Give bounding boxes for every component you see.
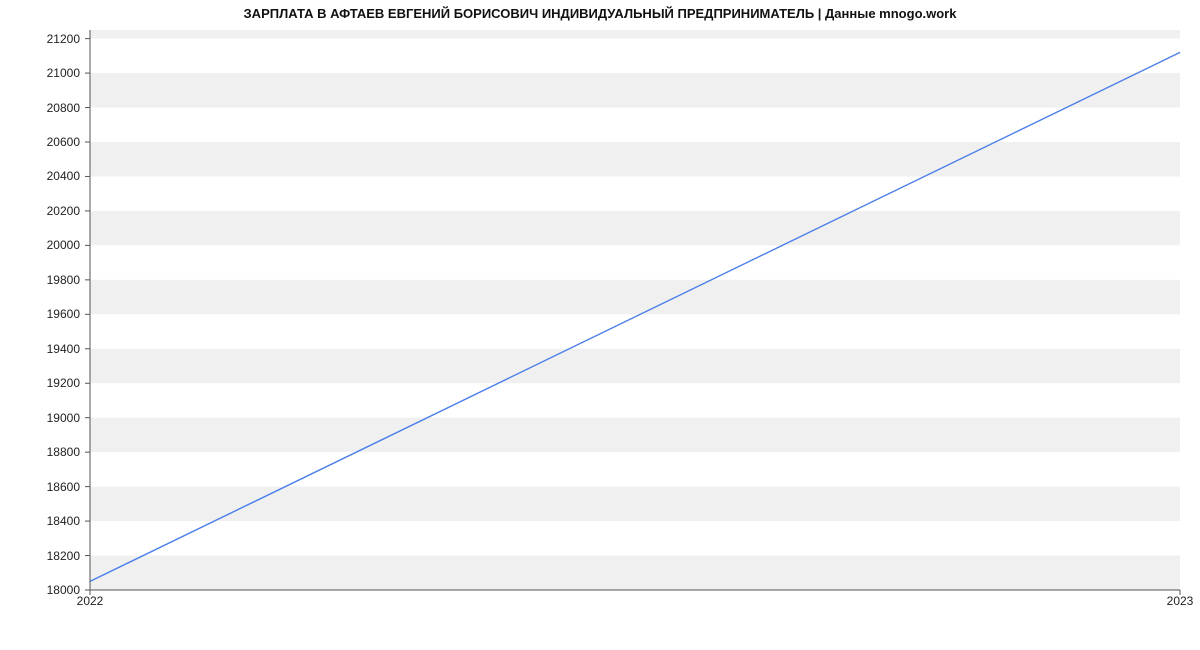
- y-tick-label: 18000: [0, 583, 80, 597]
- y-tick-label: 19800: [0, 273, 80, 287]
- y-tick-label: 20400: [0, 169, 80, 183]
- y-tick-label: 18800: [0, 445, 80, 459]
- y-tick-label: 20200: [0, 204, 80, 218]
- y-tick-label: 19200: [0, 376, 80, 390]
- y-tick-label: 20000: [0, 238, 80, 252]
- x-tick-label: 2022: [77, 594, 104, 608]
- chart-title: ЗАРПЛАТА В АФТАЕВ ЕВГЕНИЙ БОРИСОВИЧ ИНДИ…: [0, 6, 1200, 21]
- chart-container: ЗАРПЛАТА В АФТАЕВ ЕВГЕНИЙ БОРИСОВИЧ ИНДИ…: [0, 0, 1200, 650]
- y-tick-label: 19600: [0, 307, 80, 321]
- y-tick-label: 20800: [0, 101, 80, 115]
- y-tick-label: 19000: [0, 411, 80, 425]
- y-tick-label: 18400: [0, 514, 80, 528]
- y-tick-label: 21200: [0, 32, 80, 46]
- y-tick-label: 20600: [0, 135, 80, 149]
- x-tick-label: 2023: [1167, 594, 1194, 608]
- y-tick-label: 18200: [0, 549, 80, 563]
- line-chart-svg: [90, 30, 1180, 590]
- y-tick-label: 21000: [0, 66, 80, 80]
- plot-area: [90, 30, 1180, 590]
- y-tick-label: 18600: [0, 480, 80, 494]
- y-tick-label: 19400: [0, 342, 80, 356]
